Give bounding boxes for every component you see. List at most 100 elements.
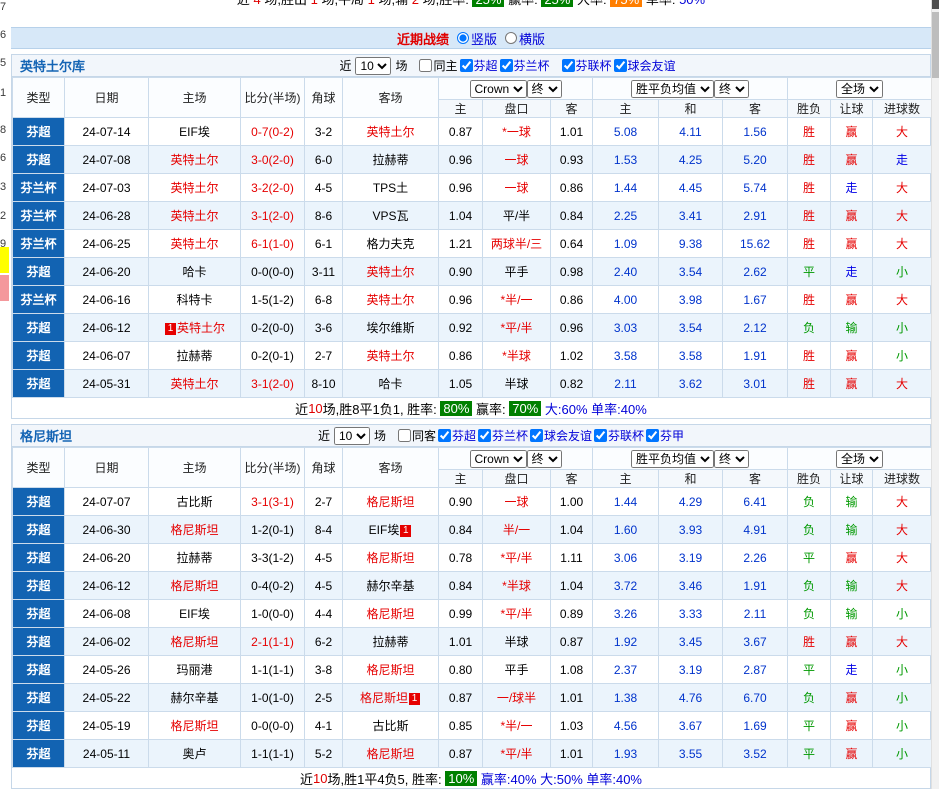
league-filter-0[interactable]: 芬超 bbox=[437, 427, 476, 444]
stat-segment: 大率: bbox=[573, 0, 610, 7]
sub-header-6: 胜负 bbox=[787, 469, 832, 488]
cell-overunder-result: 大 bbox=[872, 173, 933, 202]
cell-ah-away-odds: 1.02 bbox=[550, 341, 593, 370]
column-header-0: 类型 bbox=[12, 447, 65, 488]
left-edge-number: 7 bbox=[0, 1, 7, 13]
cell-handicap-result: 走 bbox=[830, 173, 874, 202]
team-section-header: 英特土尔库 近 10 场 同主 芬超 芬兰杯 芬联杯 球会友谊 bbox=[12, 55, 930, 77]
sub-header-2: 客 bbox=[550, 469, 593, 488]
league-checkbox-2[interactable] bbox=[530, 429, 544, 442]
league-checkbox-2[interactable] bbox=[561, 59, 575, 72]
scope-select[interactable]: 全场 bbox=[836, 449, 884, 468]
team-name: 格尼斯坦 bbox=[366, 607, 415, 621]
stat-segment: 场,胜1平4负5, 胜率: bbox=[327, 771, 446, 787]
cell-1x2-home: 3.72 bbox=[592, 571, 659, 600]
cell-match-result: 负 bbox=[787, 571, 832, 600]
cell-date: 24-06-20 bbox=[64, 257, 149, 286]
cell-date: 24-07-03 bbox=[64, 173, 149, 202]
euro-final-select[interactable]: 终 bbox=[714, 79, 750, 98]
league-checkbox-0[interactable] bbox=[437, 429, 451, 442]
odds-1x2-select[interactable]: 胜平负均值 bbox=[631, 449, 715, 468]
cell-handicap-result: 赢 bbox=[830, 285, 874, 314]
same-venue-label: 同主 bbox=[433, 59, 458, 73]
team-name: 格尼斯坦 bbox=[366, 551, 415, 565]
column-header-1: 日期 bbox=[64, 447, 149, 488]
cell-match-result: 胜 bbox=[787, 145, 832, 174]
layout-option-label: 竖版 bbox=[470, 31, 497, 47]
same-venue-checkbox[interactable] bbox=[397, 429, 411, 442]
header-select-cell: 全场 bbox=[787, 77, 933, 100]
cell-overunder-result: 大 bbox=[872, 229, 933, 258]
layout-radio-0[interactable] bbox=[456, 32, 469, 44]
scrollbar-up-button[interactable] bbox=[932, 0, 939, 9]
cell-date: 24-05-11 bbox=[64, 739, 149, 768]
cell-score: 1-2(0-1) bbox=[240, 515, 305, 544]
league-checkbox-1[interactable] bbox=[499, 59, 513, 72]
cell-date: 24-06-02 bbox=[64, 627, 149, 656]
league-filter-2[interactable]: 芬联杯 bbox=[561, 57, 612, 74]
column-header-3: 比分(半场) bbox=[240, 77, 305, 118]
cell-date: 24-06-16 bbox=[64, 285, 149, 314]
league-checkbox-3[interactable] bbox=[613, 59, 627, 72]
team-name: 格尼斯坦 bbox=[170, 523, 219, 537]
league-filter-0[interactable]: 芬超 bbox=[459, 57, 498, 74]
cell-home-team: 英特土尔 bbox=[148, 369, 241, 398]
league-filter-4[interactable]: 芬甲 bbox=[646, 427, 684, 444]
league-filter-1[interactable]: 芬兰杯 bbox=[478, 427, 528, 444]
cell-1x2-home: 3.26 bbox=[592, 599, 659, 628]
cell-ah-home-odds: 0.90 bbox=[438, 257, 483, 286]
cell-handicap-line: *平/半 bbox=[482, 543, 551, 572]
scrollbar[interactable] bbox=[931, 0, 939, 789]
cell-1x2-draw: 3.54 bbox=[658, 257, 723, 286]
league-filter-3[interactable]: 球会友谊 bbox=[613, 57, 676, 74]
league-filter-2[interactable]: 球会友谊 bbox=[530, 427, 592, 444]
cell-1x2-draw: 3.67 bbox=[658, 711, 723, 740]
cell-league-type: 芬兰杯 bbox=[12, 173, 65, 202]
red-card-badge: 1 bbox=[409, 693, 420, 705]
results-table: 类型 日期 主场 比分(半场) 角球 客场 Crown 终胜平负均值终全场主盘口客主和客胜负让… bbox=[12, 77, 933, 398]
cell-corners: 4-5 bbox=[304, 543, 343, 572]
cell-1x2-draw: 3.93 bbox=[658, 515, 723, 544]
recent-count-select[interactable]: 10 bbox=[333, 426, 370, 445]
same-venue-checkbox[interactable] bbox=[419, 59, 433, 72]
league-checkbox-0[interactable] bbox=[459, 59, 473, 72]
cell-score: 0-7(0-2) bbox=[240, 117, 305, 146]
asian-final-select[interactable]: 终 bbox=[526, 79, 562, 98]
team-name: VPS瓦 bbox=[372, 209, 409, 223]
layout-option-0[interactable]: 竖版 bbox=[456, 29, 497, 48]
cell-score: 0-0(0-0) bbox=[240, 711, 305, 740]
cell-date: 24-06-28 bbox=[64, 201, 149, 230]
scope-select[interactable]: 全场 bbox=[836, 79, 884, 98]
cell-1x2-home: 4.56 bbox=[592, 711, 659, 740]
cell-corners: 6-2 bbox=[304, 627, 343, 656]
cell-overunder-result: 大 bbox=[872, 285, 933, 314]
league-checkbox-4[interactable] bbox=[646, 429, 660, 442]
league-checkbox-1[interactable] bbox=[478, 429, 491, 442]
cell-1x2-draw: 3.98 bbox=[658, 285, 723, 314]
cell-handicap-line: *平/半 bbox=[482, 313, 551, 342]
same-venue-filter[interactable]: 同主 bbox=[419, 57, 458, 74]
scrollbar-thumb[interactable] bbox=[932, 12, 939, 78]
team-name: 哈卡 bbox=[182, 265, 207, 279]
league-filter-3[interactable]: 芬联杯 bbox=[594, 427, 644, 444]
cell-1x2-away: 2.12 bbox=[721, 313, 789, 342]
sub-header-3: 主 bbox=[592, 469, 659, 488]
cell-date: 24-06-12 bbox=[64, 313, 149, 342]
cell-match-result: 平 bbox=[787, 543, 832, 572]
odds-company-select[interactable]: Crown bbox=[469, 79, 527, 98]
euro-final-select[interactable]: 终 bbox=[714, 449, 750, 468]
same-venue-filter[interactable]: 同客 bbox=[397, 427, 436, 444]
odds-company-select[interactable]: Crown bbox=[469, 449, 527, 468]
cell-away-team: 格尼斯坦 bbox=[342, 543, 439, 572]
layout-radio-1[interactable] bbox=[505, 32, 517, 44]
layout-option-1[interactable]: 横版 bbox=[505, 29, 545, 48]
sub-header-7: 让球 bbox=[830, 469, 874, 488]
recent-count-select[interactable]: 10 bbox=[355, 56, 392, 75]
league-checkbox-3[interactable] bbox=[594, 429, 608, 442]
league-filter-1[interactable]: 芬兰杯 bbox=[499, 57, 550, 74]
odds-1x2-select[interactable]: 胜平负均值 bbox=[631, 79, 715, 98]
sections-host: 英特土尔库近 10 场同主 芬超 芬兰杯 芬联杯 球会友谊 类型 日期 主场 比分(半场) 角球 客场 C… bbox=[11, 54, 933, 789]
asian-final-select[interactable]: 终 bbox=[526, 449, 562, 468]
cell-home-team: 格尼斯坦 bbox=[148, 571, 241, 600]
table-row: 芬超 24-05-31 英特土尔 3-1(2-0) 8-10 哈卡 1.05 半球 0.82 2.… bbox=[12, 369, 933, 398]
